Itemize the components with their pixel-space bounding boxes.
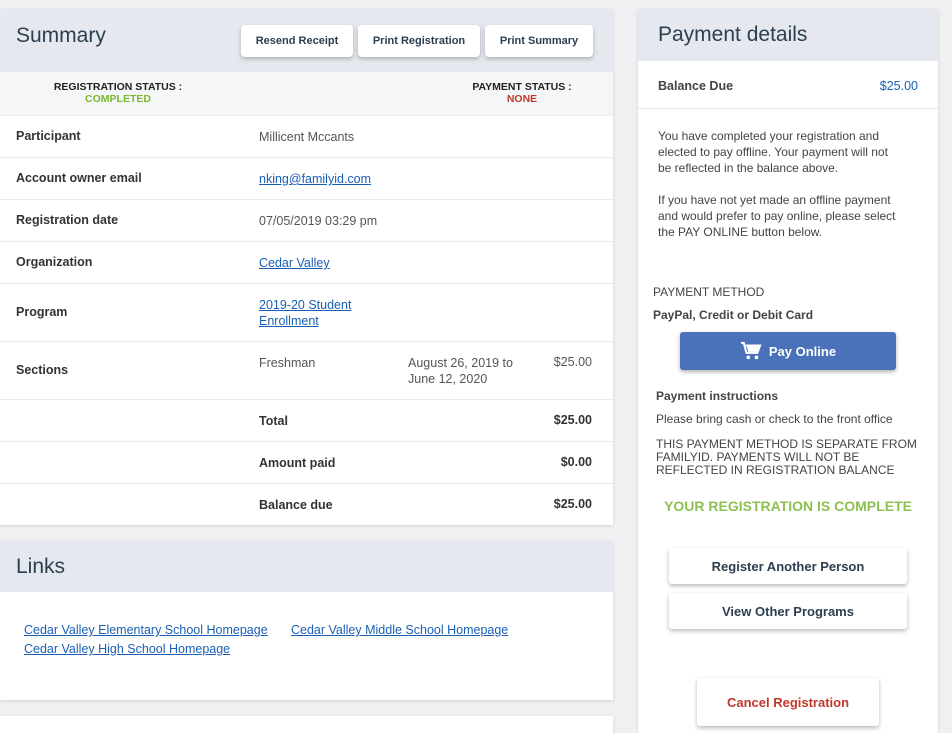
email-link[interactable]: nking@familyid.com	[259, 171, 371, 187]
amount-paid-label: Amount paid	[259, 456, 336, 470]
payment-title: Payment details	[658, 23, 808, 46]
payment-header: Payment details	[638, 9, 938, 61]
links-card: Links Cedar Valley Elementary School Hom…	[0, 541, 613, 700]
summary-title: Summary	[16, 24, 106, 47]
section-name: Freshman	[259, 356, 316, 370]
section-dates-line-2: June 12, 2020	[408, 372, 488, 386]
offline-message-line-2: elected to pay offline. Your payment wil…	[658, 145, 888, 159]
organization-link[interactable]: Cedar Valley	[259, 255, 330, 271]
view-other-programs-button[interactable]: View Other Programs	[669, 593, 907, 629]
registration-complete-message: YOUR REGISTRATION IS COMPLETE	[664, 498, 912, 514]
email-label: Account owner email	[16, 171, 142, 185]
program-line-1: 2019-20 Student	[259, 298, 352, 312]
payment-status-label: PAYMENT STATUS :	[472, 81, 572, 93]
date-value: 07/05/2019 03:29 pm	[259, 214, 378, 228]
sections-label: Sections	[16, 363, 69, 377]
program-label: Program	[16, 305, 68, 319]
elementary-school-link[interactable]: Cedar Valley Elementary School Homepage	[24, 623, 268, 637]
payment-notice-line-3: REFLECTED IN REGISTRATION BALANCE	[656, 463, 895, 477]
payment-method-value: PayPal, Credit or Debit Card	[653, 308, 814, 322]
links-title: Links	[16, 555, 66, 578]
links-header: Links	[0, 541, 613, 592]
program-link[interactable]: 2019-20 Student Enrollment	[259, 297, 351, 329]
total-label: Total	[259, 414, 288, 428]
program-row: Program 2019-20 Student Enrollment	[0, 284, 613, 342]
registration-status: REGISTRATION STATUS : COMPLETED	[48, 81, 188, 105]
offline-message-line-3: be reflected in the balance above.	[658, 161, 839, 175]
email-row: Account owner email nking@familyid.com	[0, 158, 613, 200]
payment-status: PAYMENT STATUS : NONE	[466, 81, 578, 105]
balance-due-label: Balance Due	[658, 79, 734, 93]
offline-message: You have completed your registration and…	[658, 128, 888, 176]
organization-row: Organization Cedar Valley	[0, 242, 613, 284]
offline-message-line-1: You have completed your registration and	[658, 129, 880, 143]
payment-instructions-text: Please bring cash or check to the front …	[656, 412, 893, 426]
section-dates: August 26, 2019 to June 12, 2020	[408, 355, 513, 387]
balance-row: Balance Due $25.00	[638, 61, 938, 109]
middle-school-link[interactable]: Cedar Valley Middle School Homepage	[291, 623, 508, 637]
balance-due-label: Balance due	[259, 498, 333, 512]
status-bar: REGISTRATION STATUS : COMPLETED PAYMENT …	[0, 72, 613, 116]
summary-card: Summary Resend Receipt Print Registratio…	[0, 9, 613, 525]
payment-notice: THIS PAYMENT METHOD IS SEPARATE FROM FAM…	[656, 438, 917, 477]
amount-paid-row: Amount paid $0.00	[0, 442, 613, 484]
cart-icon	[740, 341, 762, 361]
cancel-registration-button[interactable]: Cancel Registration	[697, 678, 879, 726]
registration-status-value: COMPLETED	[85, 93, 151, 105]
total-row: Total $25.00	[0, 400, 613, 442]
section-amount: $25.00	[553, 355, 592, 369]
resend-receipt-button[interactable]: Resend Receipt	[241, 25, 353, 57]
amount-paid-value: $0.00	[560, 455, 592, 469]
balance-due-value: $25.00	[553, 497, 592, 511]
section-dates-line-1: August 26, 2019 to	[408, 356, 513, 370]
additional-card	[0, 716, 613, 733]
high-school-link[interactable]: Cedar Valley High School Homepage	[24, 642, 230, 656]
pay-online-message-line-1: If you have not yet made an offline paym…	[658, 193, 891, 207]
pay-online-message: If you have not yet made an offline paym…	[658, 192, 896, 240]
date-row: Registration date 07/05/2019 03:29 pm	[0, 200, 613, 242]
participant-row: Participant Millicent Mccants	[0, 116, 613, 158]
program-line-2: Enrollment	[259, 314, 319, 328]
balance-due-amount: $25.00	[879, 79, 918, 93]
payment-status-value: NONE	[506, 93, 538, 105]
payment-instructions-label: Payment instructions	[656, 389, 779, 403]
balance-due-row: Balance due $25.00	[0, 484, 613, 526]
pay-online-button[interactable]: Pay Online	[680, 332, 896, 370]
pay-online-message-line-2: and would prefer to pay online, please s…	[658, 209, 896, 223]
summary-header: Summary Resend Receipt Print Registratio…	[0, 9, 613, 72]
pay-online-message-line-3: the PAY ONLINE button below.	[658, 225, 823, 239]
participant-label: Participant	[16, 129, 81, 143]
participant-value: Millicent Mccants	[259, 130, 355, 144]
registration-status-label: REGISTRATION STATUS :	[53, 81, 183, 93]
organization-label: Organization	[16, 255, 93, 269]
pay-online-label: Pay Online	[768, 343, 837, 359]
print-summary-button[interactable]: Print Summary	[485, 25, 593, 57]
sections-row: Sections Freshman August 26, 2019 to Jun…	[0, 342, 613, 400]
register-another-person-button[interactable]: Register Another Person	[669, 548, 907, 584]
date-label: Registration date	[16, 213, 119, 227]
payment-method-label: PAYMENT METHOD	[653, 285, 765, 299]
total-amount: $25.00	[553, 413, 592, 427]
payment-card: Payment details Balance Due $25.00 You h…	[638, 9, 938, 733]
print-registration-button[interactable]: Print Registration	[358, 25, 480, 57]
